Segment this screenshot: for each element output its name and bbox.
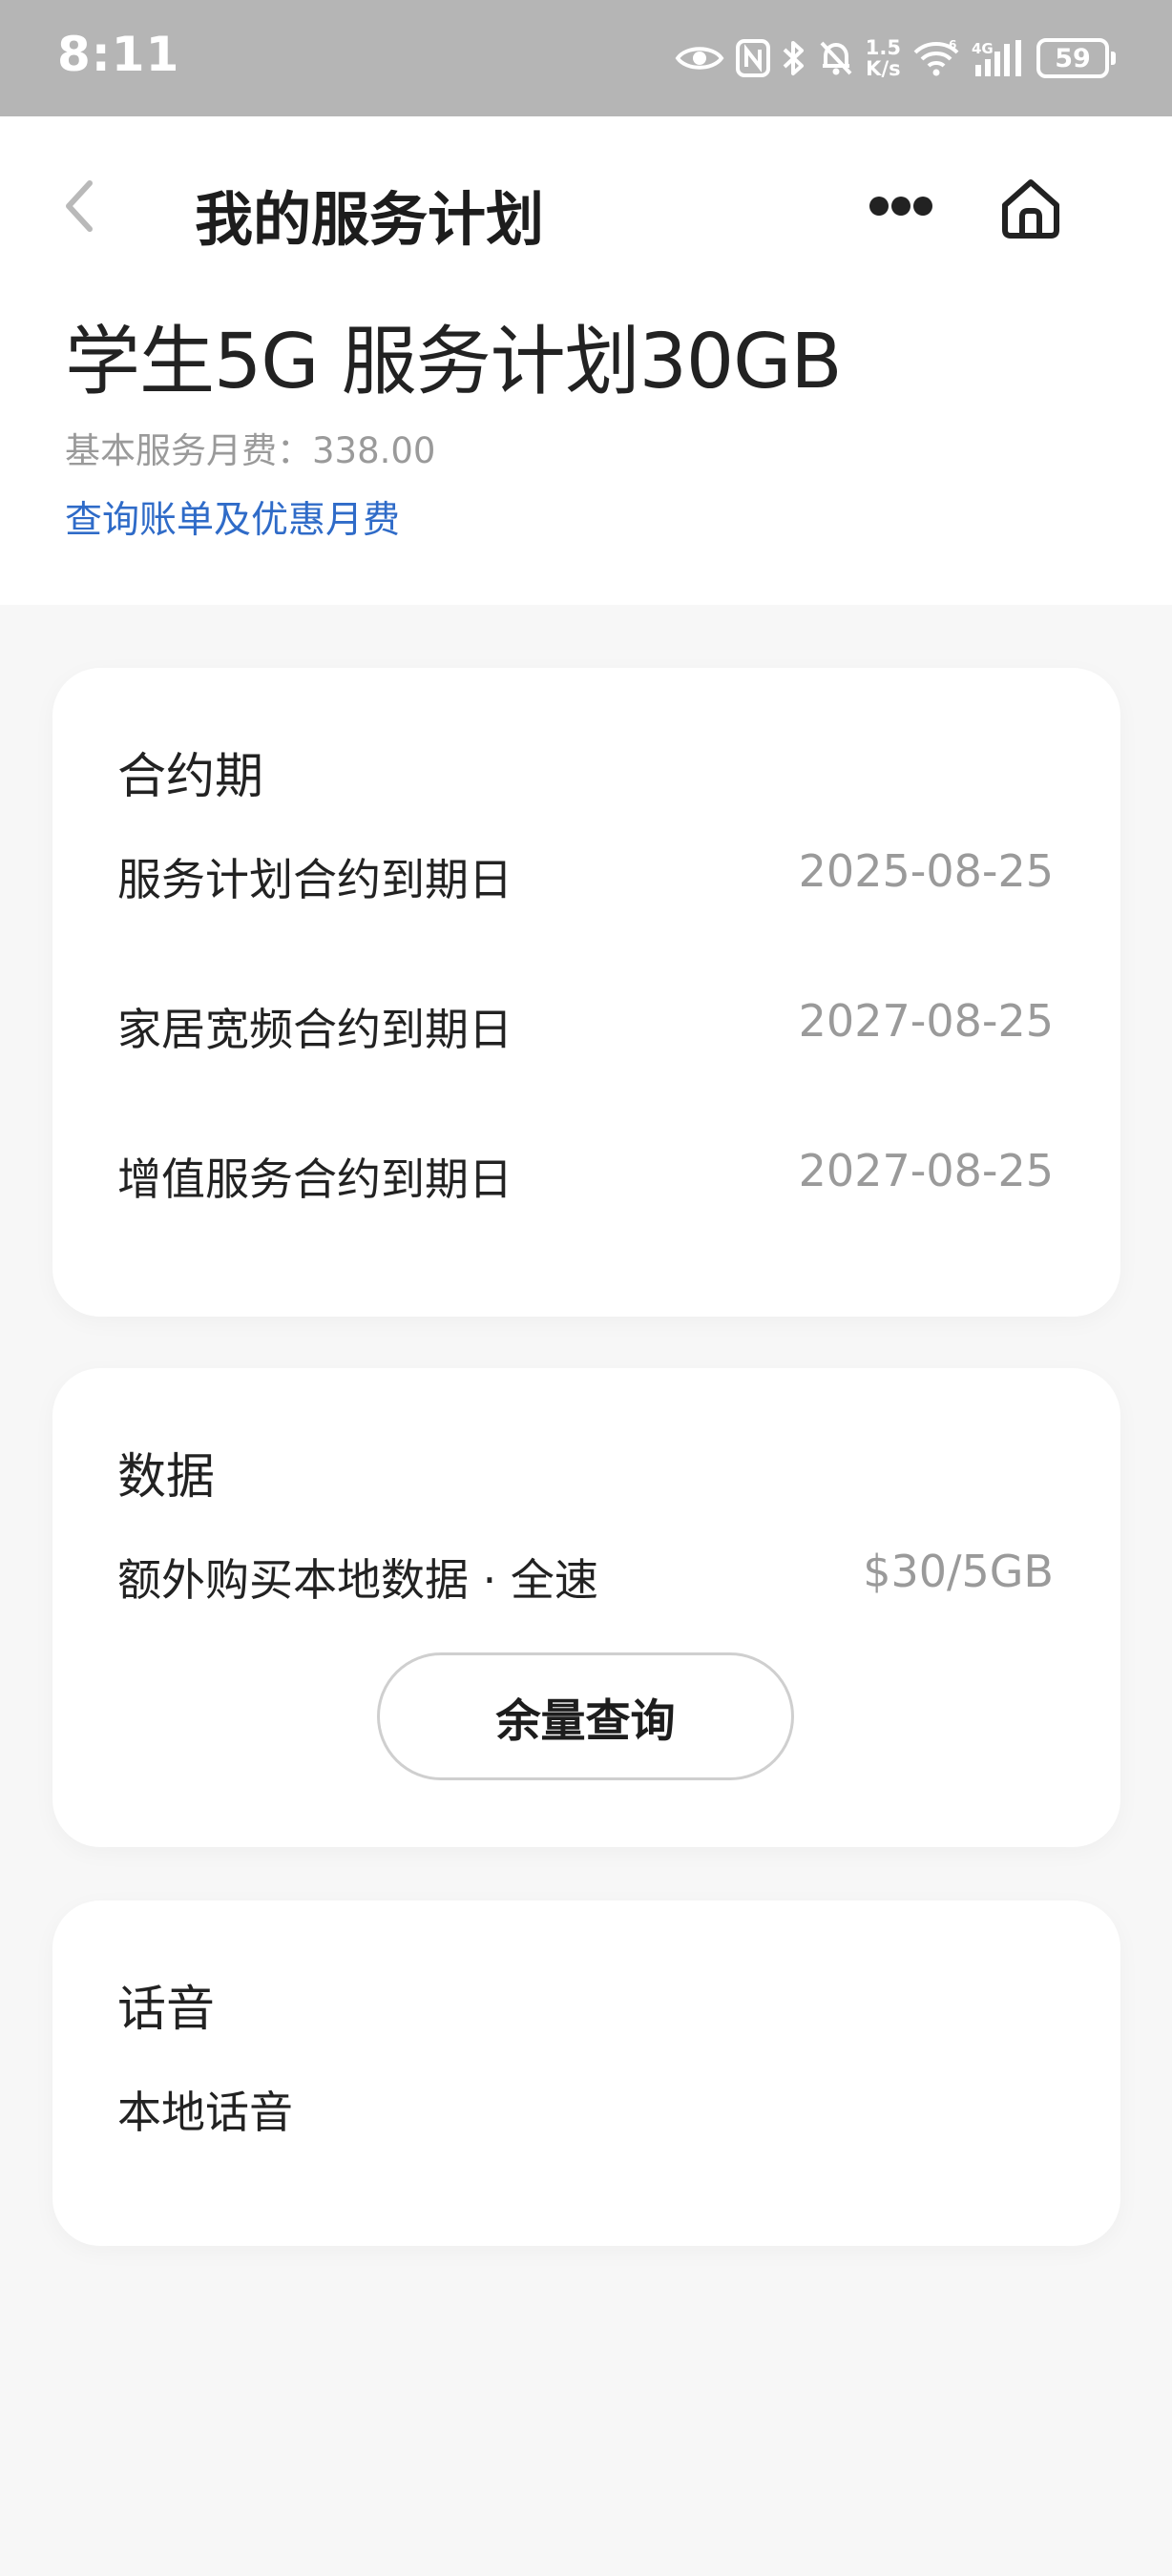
contract-row-value: 2027-08-25 — [798, 995, 1054, 1047]
contract-row-label: 家居宽频合约到期日 — [117, 1004, 513, 1055]
page-title: 我的服务计划 — [195, 186, 545, 254]
network-speed: 1.5 K/s — [866, 37, 901, 79]
data-addon-price: $30/5GB — [863, 1546, 1054, 1597]
status-time: 8:11 — [57, 27, 180, 82]
plan-monthly-fee: 基本服务月费：338.00 — [65, 430, 436, 471]
more-dots-icon — [868, 194, 934, 222]
back-button[interactable] — [59, 174, 126, 242]
wifi-icon: 6 — [912, 39, 960, 77]
plan-name: 学生5G 服务计划30GB — [65, 318, 843, 405]
mute-icon — [818, 39, 854, 77]
network-speed-unit: K/s — [866, 57, 901, 80]
contract-row-value: 2025-08-25 — [798, 845, 1054, 897]
status-bar: 8:11 1.5 K/s 6 4G 59 — [0, 0, 1172, 116]
chevron-left-icon — [59, 177, 97, 239]
battery-icon: 59 — [1036, 38, 1116, 78]
home-button[interactable] — [993, 172, 1069, 248]
balance-query-button[interactable]: 余量查询 — [377, 1652, 794, 1780]
eye-icon — [675, 42, 724, 74]
status-icons: 1.5 K/s 6 4G 59 — [675, 29, 1116, 88]
svg-text:6: 6 — [949, 39, 956, 52]
data-card: 数据 额外购买本地数据 · 全速 $30/5GB 余量查询 — [52, 1368, 1120, 1847]
voice-row-label: 本地话音 — [117, 2087, 293, 2138]
battery-level: 59 — [1055, 43, 1091, 73]
nfc-icon — [735, 39, 770, 77]
page-header: 我的服务计划 学生5G 服务计划30GB 基本服务月费：338.00 查询账单及… — [0, 116, 1172, 605]
bill-query-link[interactable]: 查询账单及优惠月费 — [65, 490, 400, 544]
signal-4g-icon: 4G — [972, 38, 1025, 78]
contract-row-value: 2027-08-25 — [798, 1145, 1054, 1196]
contract-row-label: 增值服务合约到期日 — [117, 1153, 513, 1205]
voice-card: 话音 本地话音 — [52, 1901, 1120, 2246]
more-button[interactable] — [865, 183, 937, 233]
voice-card-title: 话音 — [117, 1982, 216, 2038]
network-speed-value: 1.5 — [865, 36, 901, 59]
contract-row-label: 服务计划合约到期日 — [117, 854, 513, 905]
contract-card-title: 合约期 — [117, 749, 264, 805]
bluetooth-icon — [782, 39, 806, 77]
data-addon-label: 额外购买本地数据 · 全速 — [117, 1554, 598, 1606]
home-icon — [997, 175, 1064, 245]
svg-text:4G: 4G — [972, 40, 994, 57]
contract-card: 合约期 服务计划合约到期日 2025-08-25 家居宽频合约到期日 2027-… — [52, 668, 1120, 1317]
data-card-title: 数据 — [117, 1449, 216, 1506]
